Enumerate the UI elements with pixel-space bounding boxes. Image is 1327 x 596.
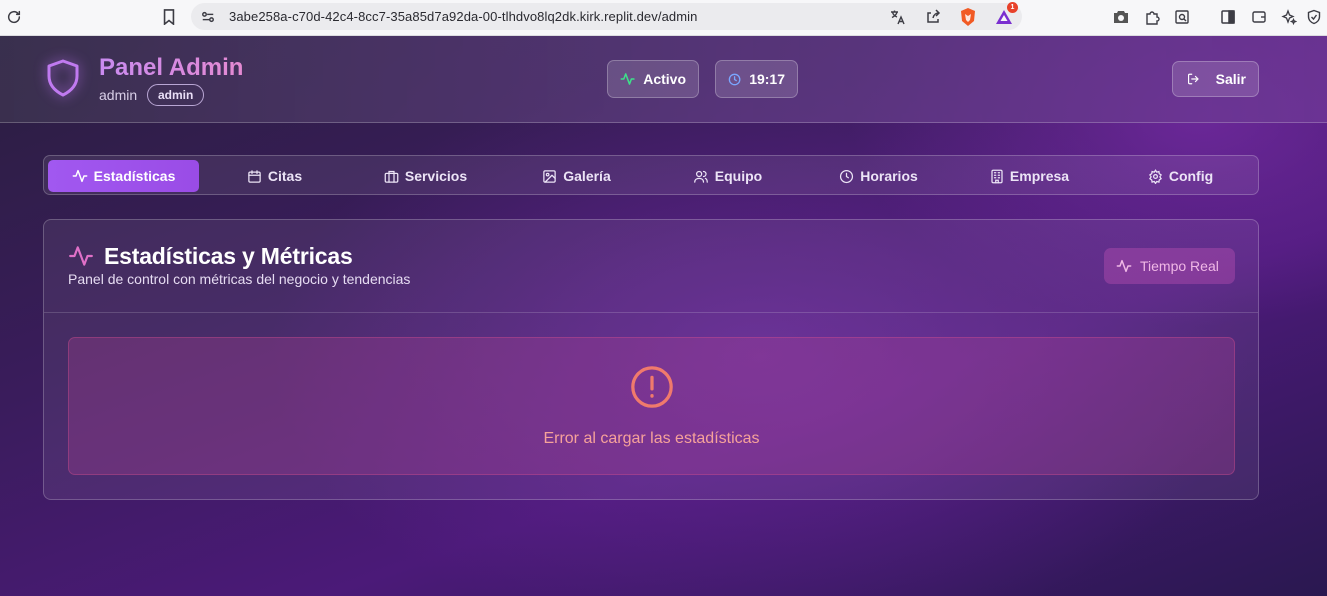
username: admin — [99, 87, 138, 103]
tab-galeria[interactable]: Galería — [501, 160, 652, 192]
tab-horarios[interactable]: Horarios — [803, 160, 954, 192]
building-icon — [991, 169, 1003, 183]
activity-icon — [72, 169, 88, 183]
tab-label: Servicios — [404, 168, 468, 184]
gear-icon — [1148, 168, 1162, 184]
shield-logo-icon — [47, 59, 79, 97]
tab-citas[interactable]: Citas — [199, 160, 350, 192]
realtime-badge[interactable]: Tiempo Real — [1104, 248, 1235, 284]
stats-title: Estadísticas y Métricas — [104, 243, 353, 269]
logout-label: Salir — [1215, 71, 1246, 87]
error-message: Error al cargar las estadísticas — [543, 430, 760, 447]
logout-button[interactable]: Salir — [1172, 61, 1259, 97]
image-icon — [543, 169, 556, 183]
brave-rewards-icon[interactable]: 1 — [993, 2, 1018, 28]
calendar-icon — [248, 169, 261, 183]
tab-label: Empresa — [1009, 168, 1070, 184]
stats-card-header: Estadísticas y Métricas Panel de control… — [44, 220, 1258, 313]
logout-icon — [1188, 73, 1199, 85]
translate-icon[interactable] — [886, 6, 908, 28]
error-alert: Error al cargar las estadísticas — [68, 337, 1235, 475]
clock-time: 19:17 — [749, 71, 785, 87]
activity-icon — [620, 73, 635, 85]
tab-estadisticas[interactable]: Estadísticas — [48, 160, 199, 192]
vpn-icon[interactable] — [1303, 6, 1325, 28]
tab-label: Estadísticas — [93, 168, 176, 184]
app-header: Panel Admin admin admin Activo 19:17 Sal… — [0, 36, 1327, 123]
briefcase-icon — [384, 170, 399, 183]
admin-tabs: Estadísticas Citas Servicios Galería Equ… — [43, 155, 1259, 195]
admin-app: Panel Admin admin admin Activo 19:17 Sal… — [0, 36, 1327, 596]
activity-icon — [1116, 259, 1132, 273]
leo-ai-icon[interactable] — [1278, 6, 1300, 28]
notification-badge: 1 — [1007, 2, 1018, 13]
tab-label: Config — [1168, 168, 1214, 184]
reload-icon[interactable] — [3, 6, 25, 28]
tab-config[interactable]: Config — [1105, 160, 1256, 192]
tab-servicios[interactable]: Servicios — [350, 160, 501, 192]
realtime-label: Tiempo Real — [1140, 258, 1219, 274]
share-icon[interactable] — [922, 6, 944, 28]
url-text: 3abe258a-c70d-42c4-8cc7-35a85d7a92da-00-… — [229, 9, 698, 24]
tab-label: Galería — [563, 168, 611, 184]
tab-label: Citas — [267, 168, 303, 184]
sidebar-icon[interactable] — [1217, 6, 1239, 28]
activity-icon — [69, 246, 93, 266]
tab-empresa[interactable]: Empresa — [954, 160, 1105, 192]
tab-equipo[interactable]: Equipo — [652, 160, 803, 192]
clock-display: 19:17 — [715, 60, 798, 98]
screenshot-icon[interactable] — [1110, 6, 1132, 28]
brave-shield-icon[interactable] — [957, 6, 979, 28]
clock-icon — [840, 169, 854, 183]
wallet-icon[interactable] — [1248, 6, 1270, 28]
tab-label: Equipo — [714, 168, 763, 184]
stats-card: Estadísticas y Métricas Panel de control… — [43, 219, 1259, 500]
bookmark-icon[interactable] — [158, 6, 180, 28]
clock-icon — [728, 73, 741, 85]
status-indicator: Activo — [607, 60, 699, 98]
role-badge: admin — [147, 84, 205, 106]
alert-circle-icon — [631, 366, 673, 408]
app-title: Panel Admin — [99, 54, 244, 81]
status-label: Activo — [643, 71, 686, 87]
site-settings-icon[interactable] — [197, 6, 219, 28]
users-icon — [693, 170, 708, 183]
extensions-icon[interactable] — [1141, 6, 1163, 28]
tab-label: Horarios — [860, 168, 918, 184]
reader-mode-icon[interactable] — [1171, 6, 1193, 28]
browser-toolbar: 3abe258a-c70d-42c4-8cc7-35a85d7a92da-00-… — [0, 0, 1327, 36]
address-bar[interactable]: 3abe258a-c70d-42c4-8cc7-35a85d7a92da-00-… — [191, 3, 1022, 30]
stats-subtitle: Panel de control con métricas del negoci… — [68, 271, 411, 287]
